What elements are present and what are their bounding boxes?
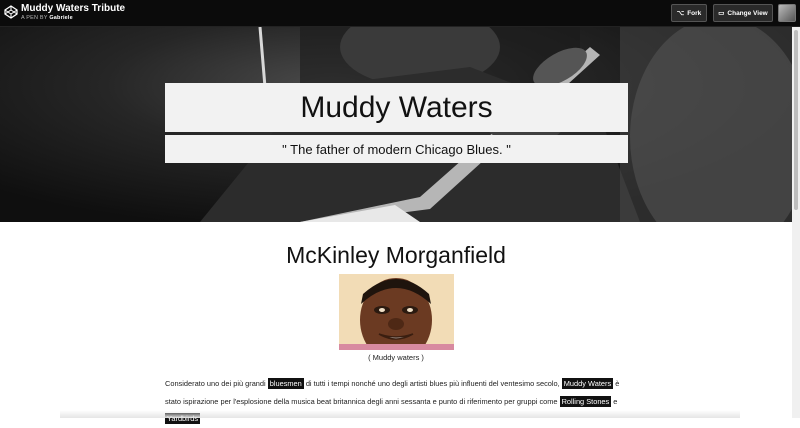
highlight-term: bluesmen: [267, 378, 304, 389]
pen-title: Muddy Waters Tribute: [21, 3, 126, 14]
paragraph-text: Considerato uno dei più grandi: [165, 379, 268, 388]
bottom-shade: [60, 410, 740, 418]
codepen-logo-icon[interactable]: [4, 5, 18, 19]
muddy-waters-portrait: [339, 274, 454, 350]
hero-title-box: Muddy Waters: [165, 83, 628, 132]
fork-button[interactable]: ⌥ Fork: [671, 4, 707, 22]
highlight-term: Rolling Stones: [559, 395, 612, 407]
highlight-term: Muddy Waters: [561, 378, 614, 389]
hero-title: Muddy Waters: [300, 90, 493, 124]
user-avatar[interactable]: [778, 4, 796, 22]
pen-author-link[interactable]: Gabriele: [49, 15, 73, 21]
bio-paragraph: Considerato uno dei più grandi bluesmen …: [165, 375, 635, 428]
paragraph-text: di tutti i tempi nonché uno degli artist…: [303, 379, 562, 388]
change-view-label: Change View: [727, 9, 768, 17]
paragraph-text: e: [611, 396, 618, 406]
hero-subtitle: " The father of modern Chicago Blues. ": [282, 141, 511, 157]
scrollbar-thumb[interactable]: [794, 30, 798, 210]
section-heading: McKinley Morganfield: [286, 242, 506, 268]
pen-by-prefix: A PEN BY: [21, 15, 48, 21]
fork-button-label: Fork: [687, 9, 702, 17]
codepen-topbar: Muddy Waters Tribute A PEN BY Gabriele ⌥…: [0, 0, 800, 27]
layout-icon: ▭: [718, 10, 725, 17]
pen-author-line: A PEN BY Gabriele: [21, 15, 73, 21]
hero-banner: Muddy Waters " The father of modern Chic…: [0, 27, 792, 222]
change-view-button[interactable]: ▭ Change View: [713, 4, 773, 22]
portrait-caption: ( Muddy waters ): [368, 353, 424, 362]
hero-subtitle-box: " The father of modern Chicago Blues. ": [165, 135, 628, 163]
fork-icon: ⌥: [676, 10, 685, 17]
